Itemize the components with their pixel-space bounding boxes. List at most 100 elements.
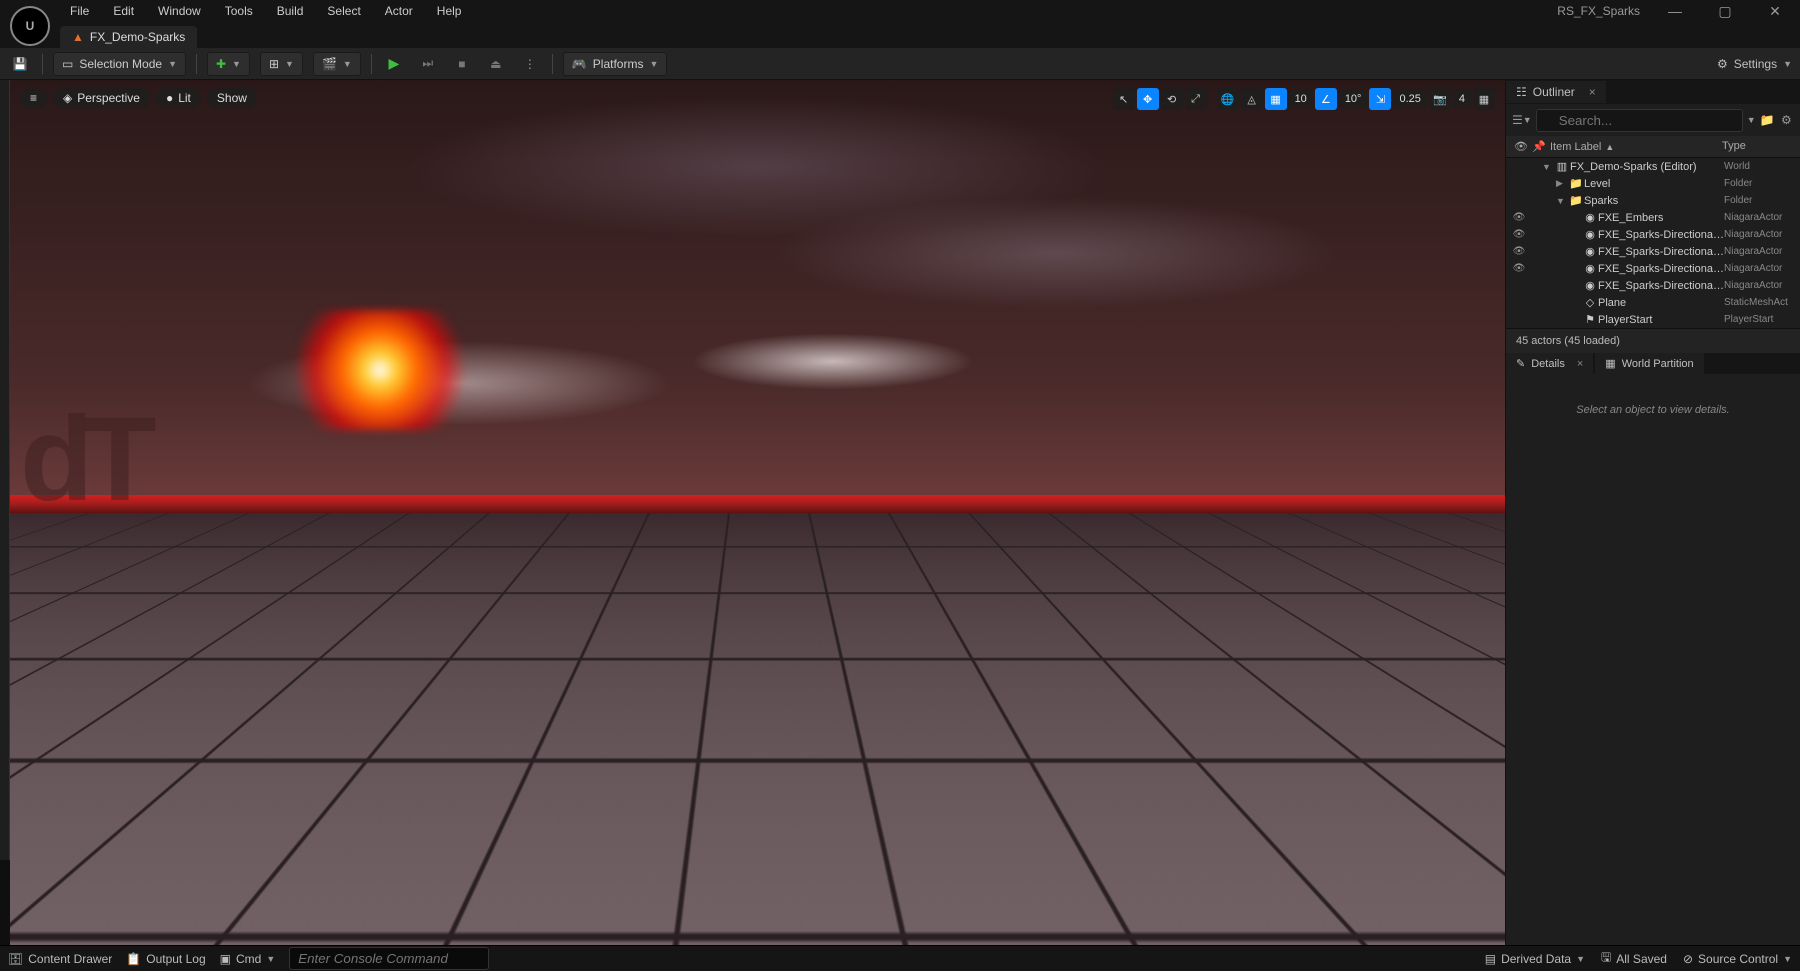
camera-speed-value[interactable]: 4 [1453, 90, 1471, 108]
main-toolbar: 💾 ▭ Selection Mode ▼ ✚▼ ⊞▼ 🎬▼ ▶ ⏭ ■ ⏏ ⋮ … [0, 48, 1800, 80]
viewport-layout-button[interactable]: ▦ [1473, 88, 1495, 110]
item-label: FX_Demo-Sparks (Editor) [1570, 161, 1724, 173]
source-control-icon: ⊘ [1683, 952, 1693, 966]
camera-speed-button[interactable]: 📷 [1429, 88, 1451, 110]
scale-tool[interactable]: ⤢ [1185, 88, 1207, 110]
rotate-tool[interactable]: ⟲ [1161, 88, 1183, 110]
outliner-row[interactable]: ⚑PlayerStartPlayerStart [1506, 311, 1800, 328]
outliner-row[interactable]: ▼▥FX_Demo-Sparks (Editor)World [1506, 158, 1800, 175]
visibility-toggle[interactable]: 👁 [1510, 229, 1528, 240]
eject-button[interactable]: ⏏ [484, 52, 508, 76]
grid-snap-button[interactable]: ▦ [1265, 88, 1287, 110]
visibility-column-icon[interactable]: 👁 [1514, 140, 1532, 153]
item-label: FXE_Sparks-Directional-Sho [1598, 280, 1724, 292]
perspective-button[interactable]: ◈Perspective [53, 88, 150, 108]
scale-snap-button[interactable]: ⇲ [1369, 88, 1391, 110]
outliner-tabbar: ☷ Outliner × [1506, 80, 1800, 104]
menu-help[interactable]: Help [427, 0, 472, 22]
item-label: FXE_Sparks-Directional-Lon [1598, 246, 1724, 258]
translate-tool[interactable]: ✥ [1137, 88, 1159, 110]
play-button[interactable]: ▶ [382, 52, 406, 76]
angle-snap-button[interactable]: ∠ [1315, 88, 1337, 110]
derived-data-button[interactable]: ▤Derived Data▼ [1485, 948, 1585, 969]
item-label-column[interactable]: Item Label▲ [1550, 140, 1722, 153]
outliner-row[interactable]: 👁◉FXE_Sparks-Directional-MecNiagaraActor [1506, 260, 1800, 277]
type-column[interactable]: Type [1722, 140, 1792, 153]
outliner-row[interactable]: ▶📁LevelFolder [1506, 175, 1800, 192]
play-options-button[interactable]: ⋮ [518, 52, 542, 76]
expand-arrow[interactable]: ▶ [1556, 178, 1568, 189]
project-name: RS_FX_Sparks [1557, 4, 1640, 18]
scale-snap-value[interactable]: 0.25 [1393, 90, 1426, 108]
outliner-settings-button[interactable]: ⚙ [1779, 108, 1794, 132]
unreal-logo[interactable]: U [10, 6, 50, 46]
menu-select[interactable]: Select [317, 0, 370, 22]
maximize-button[interactable]: ▢ [1710, 3, 1740, 20]
all-saved-button[interactable]: 🖫All Saved [1601, 948, 1667, 969]
settings-label[interactable]: Settings [1734, 57, 1777, 71]
details-tab[interactable]: ✎ Details × [1506, 353, 1593, 374]
chevron-down-icon[interactable]: ▼ [1747, 115, 1756, 125]
outliner-search-input[interactable] [1536, 109, 1743, 132]
item-label: PlayerStart [1598, 314, 1724, 326]
expand-arrow[interactable]: ▼ [1542, 162, 1554, 172]
outliner-row[interactable]: 👁◉FXE_Sparks-Directional-LonNiagaraActor [1506, 243, 1800, 260]
world-partition-tab[interactable]: ▦ World Partition [1595, 353, 1703, 374]
cmd-button[interactable]: ▣Cmd▼ [220, 952, 276, 966]
save-icon: 🖫 [1601, 948, 1611, 969]
pin-column-icon[interactable]: 📌 [1532, 140, 1550, 153]
viewport-menu-button[interactable]: ≡ [20, 88, 47, 108]
sparks-effect [290, 310, 470, 430]
platforms-button[interactable]: 🎮 Platforms ▼ [563, 52, 668, 76]
separator [196, 54, 197, 74]
stop-button[interactable]: ■ [450, 52, 474, 76]
step-button[interactable]: ⏭ [416, 52, 440, 76]
item-icon: ◇ [1582, 296, 1598, 309]
menu-edit[interactable]: Edit [103, 0, 144, 22]
source-control-button[interactable]: ⊘Source Control▼ [1683, 948, 1792, 969]
add-content-button[interactable]: ✚▼ [207, 52, 250, 76]
outliner-row[interactable]: 👁◉FXE_Sparks-Directional-FouNiagaraActor [1506, 226, 1800, 243]
outliner-row[interactable]: ◉FXE_Sparks-Directional-ShoNiagaraActor [1506, 277, 1800, 294]
cinematics-button[interactable]: 🎬▼ [313, 52, 361, 76]
select-tool[interactable]: ↖ [1113, 88, 1135, 110]
outliner-row[interactable]: 👁◉FXE_EmbersNiagaraActor [1506, 209, 1800, 226]
grid-snap-value[interactable]: 10 [1289, 90, 1313, 108]
details-tab-label: Details [1531, 358, 1565, 370]
close-icon[interactable]: × [1577, 358, 1583, 370]
output-log-button[interactable]: 📋Output Log [126, 952, 205, 966]
selection-mode-button[interactable]: ▭ Selection Mode ▼ [53, 52, 186, 76]
content-drawer-button[interactable]: 🗄Content Drawer [8, 952, 112, 966]
menu-window[interactable]: Window [148, 0, 211, 22]
level-tab[interactable]: ▲ FX_Demo-Sparks [60, 26, 197, 48]
visibility-toggle[interactable]: 👁 [1510, 246, 1528, 257]
save-button[interactable]: 💾 [8, 52, 32, 76]
add-folder-button[interactable]: 📁 [1760, 108, 1775, 132]
outliner-tree[interactable]: ▼▥FX_Demo-Sparks (Editor)World▶📁LevelFol… [1506, 158, 1800, 328]
console-input[interactable] [289, 947, 489, 970]
coord-space-button[interactable]: 🌐 [1217, 88, 1239, 110]
close-icon[interactable]: × [1589, 85, 1596, 99]
visibility-toggle[interactable]: 👁 [1510, 212, 1528, 223]
menu-actor[interactable]: Actor [375, 0, 423, 22]
statusbar: 🗄Content Drawer 📋Output Log ▣Cmd▼ ▤Deriv… [0, 945, 1800, 971]
sidebar-handle[interactable] [0, 80, 10, 860]
menu-file[interactable]: File [60, 0, 99, 22]
lit-button[interactable]: ●Lit [156, 88, 201, 108]
viewport[interactable]: dT ≡ ◈Perspective ●Lit Show ↖ ✥ ⟲ ⤢ 🌐 ◬ … [10, 80, 1505, 945]
show-button[interactable]: Show [207, 88, 257, 108]
minimize-button[interactable]: ― [1660, 3, 1690, 19]
surface-snap-button[interactable]: ◬ [1241, 88, 1263, 110]
expand-arrow[interactable]: ▼ [1556, 196, 1568, 206]
menu-tools[interactable]: Tools [215, 0, 263, 22]
visibility-toggle[interactable]: 👁 [1510, 263, 1528, 274]
sky-clouds [10, 80, 1505, 513]
angle-snap-value[interactable]: 10° [1339, 90, 1368, 108]
close-button[interactable]: ✕ [1760, 3, 1790, 20]
blueprint-button[interactable]: ⊞▼ [260, 52, 303, 76]
menu-build[interactable]: Build [267, 0, 314, 22]
outliner-row[interactable]: ▼📁SparksFolder [1506, 192, 1800, 209]
outliner-tab[interactable]: ☷ Outliner × [1506, 81, 1606, 103]
outliner-row[interactable]: ◇PlaneStaticMeshAct [1506, 294, 1800, 311]
filter-button[interactable]: ☰▼ [1512, 108, 1532, 132]
